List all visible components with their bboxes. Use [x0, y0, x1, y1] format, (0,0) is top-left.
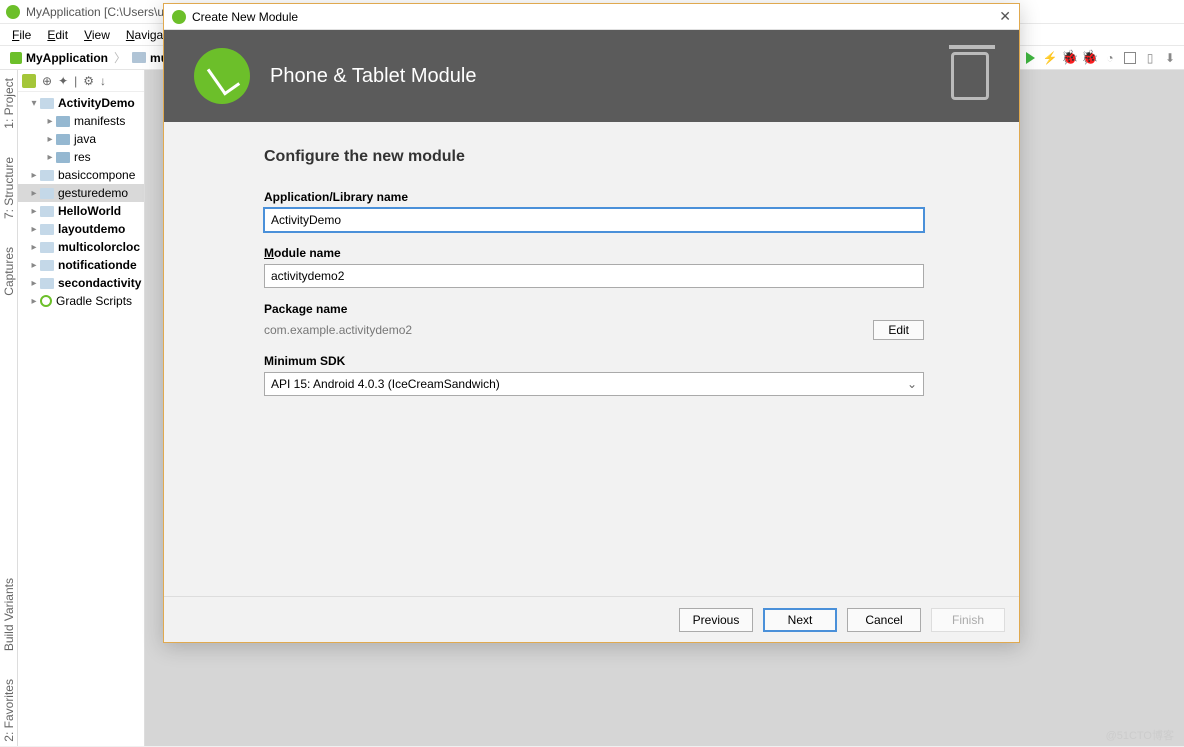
tree-item[interactable]: notificationde	[18, 256, 144, 274]
menu-view[interactable]: View	[76, 26, 118, 44]
previous-button[interactable]: Previous	[679, 608, 753, 632]
finish-button: Finish	[931, 608, 1005, 632]
coverage-icon[interactable]: 🐞	[1082, 50, 1098, 66]
tree-item[interactable]: gesturedemo	[18, 184, 144, 202]
dialog-icon	[172, 10, 186, 24]
tree-item[interactable]: layoutdemo	[18, 220, 144, 238]
tree-item[interactable]: basiccompone	[18, 166, 144, 184]
avd-icon[interactable]: ▯	[1142, 50, 1158, 66]
tree-item[interactable]: Gradle Scripts	[18, 292, 144, 310]
dialog-title: Create New Module	[192, 10, 298, 24]
side-tab-structure[interactable]: 7: Structure	[1, 153, 17, 223]
sdk-icon[interactable]: ⬇	[1162, 50, 1178, 66]
min-sdk-dropdown[interactable]: API 15: Android 4.0.3 (IceCreamSandwich)…	[264, 372, 924, 396]
side-tab-captures[interactable]: Captures	[1, 243, 17, 300]
project-tree: ActivityDemomanifestsjavaresbasiccompone…	[18, 92, 144, 312]
menu-file[interactable]: File	[4, 26, 39, 44]
cancel-button[interactable]: Cancel	[847, 608, 921, 632]
tree-item[interactable]: secondactivity	[18, 274, 144, 292]
run-icon[interactable]	[1022, 50, 1038, 66]
menu-edit[interactable]: Edit	[39, 26, 76, 44]
side-tab-build-variants[interactable]: Build Variants	[1, 574, 17, 655]
side-tab-project[interactable]: 1: Project	[1, 74, 17, 133]
module-name-input[interactable]	[264, 264, 924, 288]
app-name-label: Application/Library name	[264, 190, 919, 204]
min-sdk-label: Minimum SDK	[264, 354, 919, 368]
tree-item[interactable]: res	[18, 148, 144, 166]
app-icon	[6, 5, 20, 19]
tree-item[interactable]: manifests	[18, 112, 144, 130]
dialog-banner: Phone & Tablet Module	[164, 30, 1019, 122]
android-icon[interactable]	[22, 74, 36, 88]
edit-package-button[interactable]: Edit	[873, 320, 924, 340]
project-panel: ⊕ ✦ | ⚙ ↓ ActivityDemomanifestsjavaresba…	[18, 70, 145, 746]
next-button[interactable]: Next	[763, 608, 837, 632]
side-tab-strip: 1: Project 7: Structure Captures Build V…	[0, 70, 18, 746]
side-tab-favorites[interactable]: 2: Favorites	[1, 675, 17, 746]
chevron-down-icon: ⌄	[907, 377, 917, 391]
device-icon	[951, 52, 989, 100]
dialog-title-bar: Create New Module ✕	[164, 4, 1019, 30]
create-module-dialog: Create New Module ✕ Phone & Tablet Modul…	[163, 3, 1020, 643]
toolbar-locate-icon[interactable]: ✦	[58, 74, 68, 88]
tree-item[interactable]: ActivityDemo	[18, 94, 144, 112]
close-icon[interactable]: ✕	[999, 8, 1011, 25]
gear-icon[interactable]: ⚙	[83, 74, 94, 88]
stop-icon	[1122, 50, 1138, 66]
breadcrumb-separator: 〉	[112, 49, 128, 66]
module-type-icon	[194, 48, 250, 104]
tree-item[interactable]: java	[18, 130, 144, 148]
banner-title: Phone & Tablet Module	[270, 65, 476, 88]
project-toolbar: ⊕ ✦ | ⚙ ↓	[18, 70, 144, 92]
watermark: @51CTO博客	[1106, 727, 1174, 743]
profiler-icon[interactable]: ◔	[1102, 50, 1118, 66]
dialog-footer: Previous Next Cancel Finish	[164, 596, 1019, 642]
package-name-text: com.example.activitydemo2	[264, 323, 873, 337]
module-name-label: Module name	[264, 246, 919, 260]
apply-changes-icon[interactable]: ⚡	[1042, 50, 1058, 66]
min-sdk-value: API 15: Android 4.0.3 (IceCreamSandwich)	[271, 377, 500, 391]
package-name-label: Package name	[264, 302, 919, 316]
tree-item[interactable]: HelloWorld	[18, 202, 144, 220]
app-name-input[interactable]	[264, 208, 924, 232]
collapse-icon[interactable]: ↓	[100, 74, 106, 88]
debug-icon[interactable]: 🐞	[1062, 50, 1078, 66]
dialog-heading: Configure the new module	[264, 148, 919, 166]
toolbar-new-icon[interactable]: ⊕	[42, 74, 52, 88]
tree-item[interactable]: multicolorcloc	[18, 238, 144, 256]
breadcrumb-item[interactable]: MyApplication	[6, 51, 112, 65]
